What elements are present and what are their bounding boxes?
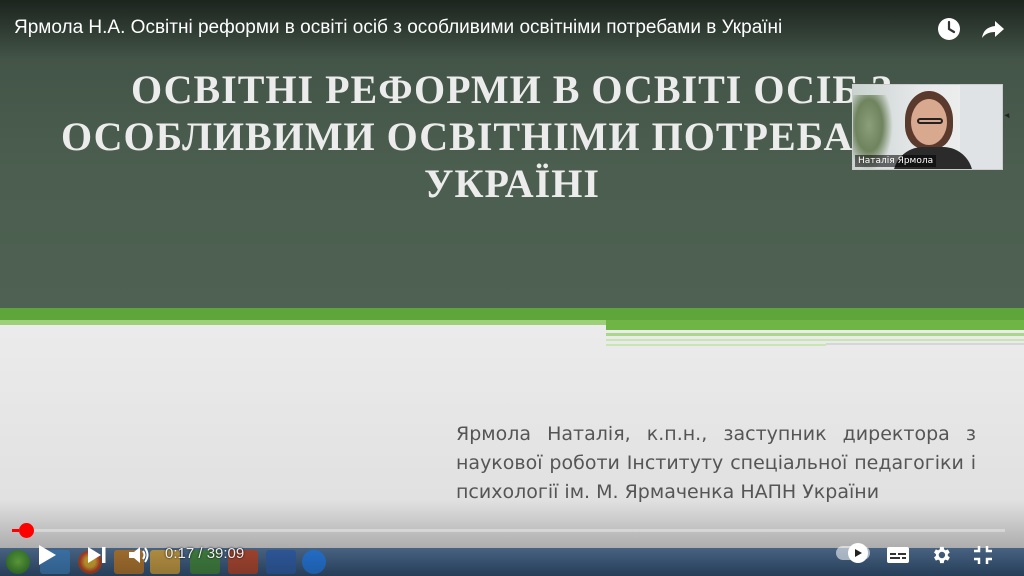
- autoplay-knob[interactable]: [848, 543, 868, 563]
- autoplay-play-icon: [855, 549, 862, 557]
- fullscreen-exit-icon: [974, 546, 992, 564]
- play-button[interactable]: [34, 541, 60, 569]
- slide-divider-stripe: [0, 308, 1024, 320]
- slide-title-line: УКРАЇНІ: [424, 161, 600, 206]
- time-display: 0:17 / 39:09: [165, 545, 245, 562]
- play-icon: [39, 545, 56, 565]
- volume-icon: [129, 547, 149, 563]
- slide-divider-stripe: [0, 320, 606, 325]
- progress-bar[interactable]: [12, 529, 1005, 532]
- settings-button[interactable]: [928, 541, 954, 569]
- slide-divider-stripe: [606, 344, 826, 346]
- volume-button[interactable]: [126, 541, 152, 569]
- captions-icon: [887, 547, 909, 563]
- slide-divider-stripe: [606, 320, 1024, 330]
- share-arrow-icon[interactable]: [980, 16, 1006, 42]
- progress-scrubber-handle[interactable]: [19, 523, 34, 538]
- webcam-overlay: Наталія Ярмола: [852, 84, 1003, 170]
- skip-next-icon: [88, 547, 106, 563]
- slide-divider-stripe: [606, 333, 1024, 336]
- slide-title: ОСВІТНІ РЕФОРМИ В ОСВІТІ ОСІБ З ОСОБЛИВИ…: [30, 66, 994, 207]
- gear-icon: [934, 546, 950, 564]
- next-button[interactable]: [84, 541, 110, 569]
- video-frame[interactable]: ОСВІТНІ РЕФОРМИ В ОСВІТІ ОСІБ З ОСОБЛИВИ…: [0, 0, 1024, 576]
- player-bottom-bar: [0, 500, 1024, 576]
- slide-title-line: ОСВІТНІ РЕФОРМИ В ОСВІТІ ОСІБ З: [131, 67, 893, 112]
- slide-title-line: ОСОБЛИВИМИ ОСВІТНІМИ ПОТРЕБАМИ В: [61, 114, 963, 159]
- webcam-person-glasses: [917, 118, 943, 124]
- webcam-participant-name: Наталія Ярмола: [855, 155, 937, 167]
- slide-divider-stripe: [826, 343, 1024, 345]
- video-title[interactable]: Ярмола Н.А. Освітні реформи в освіті осі…: [14, 17, 782, 39]
- slide-divider-stripe: [606, 339, 1024, 341]
- fullscreen-button[interactable]: [970, 541, 996, 569]
- clock-icon[interactable]: [936, 16, 962, 42]
- captions-button[interactable]: [884, 541, 912, 569]
- slide-subtitle: Ярмола Наталія, к.п.н., заступник директ…: [456, 423, 976, 503]
